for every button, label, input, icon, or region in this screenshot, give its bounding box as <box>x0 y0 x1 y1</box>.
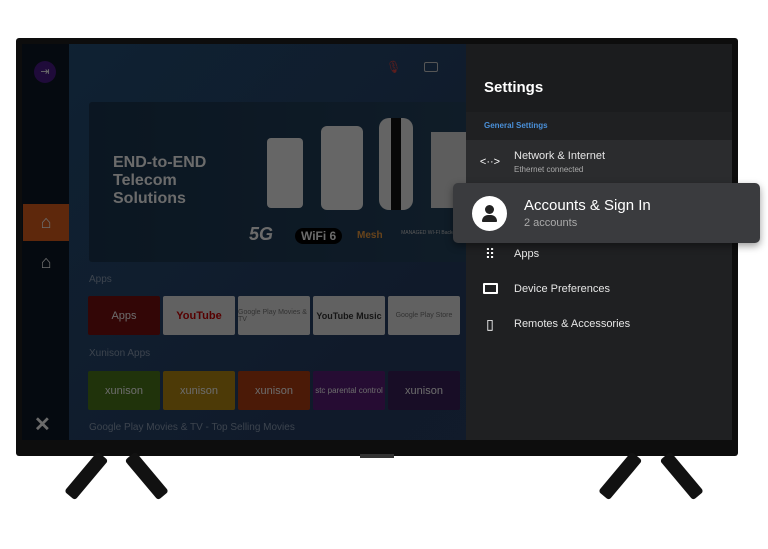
sidebar-home-icon[interactable]: ⌂ <box>23 204 69 241</box>
tile-label: xunison <box>255 384 293 397</box>
item-label: Device Preferences <box>514 283 610 295</box>
tile-label: Google Play Movies & TV <box>238 308 307 323</box>
settings-title: Settings <box>484 79 544 96</box>
sidebar: ⇥ ⌂ ⌂ ✕ <box>22 44 69 440</box>
tile-youtube[interactable]: YouTube <box>163 296 235 335</box>
tile-youtube-music[interactable]: YouTube Music <box>313 296 385 335</box>
banner-headline: END-to-END Telecom Solutions <box>113 154 206 208</box>
tile-xunison[interactable]: xunison <box>163 371 235 410</box>
row-title-apps: Apps <box>89 274 112 285</box>
item-label: Network & Internet <box>514 150 606 162</box>
tile-label: xunison <box>180 384 218 397</box>
settings-header <box>466 44 732 112</box>
badge-5g: 5G <box>249 224 274 244</box>
keyboard-icon[interactable] <box>424 62 438 72</box>
tile-label: YouTube <box>176 309 222 322</box>
settings-item-network[interactable]: <··> Network & Internet Ethernet connect… <box>466 140 732 184</box>
tile-label: xunison <box>405 384 443 397</box>
tv-icon <box>466 281 514 297</box>
banner-line: Telecom <box>113 172 177 189</box>
settings-item-device-preferences[interactable]: Device Preferences <box>466 277 732 301</box>
remote-icon: ▯ <box>486 315 494 332</box>
row-title-movies: Google Play Movies & TV - Top Selling Mo… <box>89 422 295 433</box>
tv-stand-right-back <box>659 451 704 501</box>
tv-stand-left-back <box>124 451 169 501</box>
banner-line: Solutions <box>113 190 186 207</box>
tile-xunison[interactable]: xunison <box>238 371 310 410</box>
tile-label: stc parental control <box>315 386 383 395</box>
account-icon <box>472 195 507 231</box>
router-image <box>267 138 303 208</box>
settings-item-apps[interactable]: ⠿ Apps <box>466 242 732 266</box>
tile-label: Google Play Store <box>395 312 453 319</box>
badge-mesh: Mesh <box>357 230 383 241</box>
tile-label: Apps <box>111 309 137 322</box>
banner-line: END-to-END <box>113 154 207 171</box>
item-subtitle: Ethernet connected <box>514 165 584 174</box>
sidebar-wifi-home-icon[interactable]: ⌂ <box>23 252 69 276</box>
row-title-xunison: Xunison Apps <box>89 348 151 359</box>
item-label: Accounts & Sign In <box>524 197 651 214</box>
tile-label: xunison <box>105 384 143 397</box>
badge-wifi6: WiFi 6 <box>295 228 343 244</box>
tile-play-store[interactable]: Google Play Store <box>388 296 460 335</box>
tile-label: YouTube Music <box>316 310 382 321</box>
promo-banner[interactable]: END-to-END Telecom Solutions 5G WiFi 6 M… <box>89 102 467 262</box>
tile-xunison[interactable]: xunison <box>88 371 160 410</box>
settings-item-accounts-focused[interactable]: Accounts & Sign In 2 accounts <box>453 183 760 243</box>
tv-stand-left <box>64 451 109 501</box>
tile-xunison[interactable]: xunison <box>388 371 460 410</box>
item-label: Apps <box>514 248 540 260</box>
router-image <box>379 118 413 210</box>
item-label: Remotes & Accessories <box>514 318 631 330</box>
tile-stc-parental[interactable]: stc parental control <box>313 371 385 410</box>
tv-logo-strip <box>360 454 394 458</box>
item-subtitle: 2 accounts <box>524 217 578 229</box>
router-image <box>321 126 363 210</box>
tile-apps[interactable]: Apps <box>88 296 160 335</box>
badge-managed-wifi: MANAGED WI-FI Backend <box>401 230 461 236</box>
xunison-logo-icon: ✕ <box>34 414 51 436</box>
tile-play-movies[interactable]: Google Play Movies & TV <box>238 296 310 335</box>
tv-stand-right <box>598 451 643 501</box>
section-general-settings: General Settings <box>484 121 548 130</box>
apps-grid-icon: ⠿ <box>484 245 496 262</box>
mic-icon[interactable]: 🎙 <box>386 60 401 74</box>
settings-item-remotes[interactable]: ▯ Remotes & Accessories <box>466 312 732 336</box>
profile-avatar[interactable]: ⇥ <box>34 61 56 83</box>
network-icon: <··> <box>479 156 501 168</box>
